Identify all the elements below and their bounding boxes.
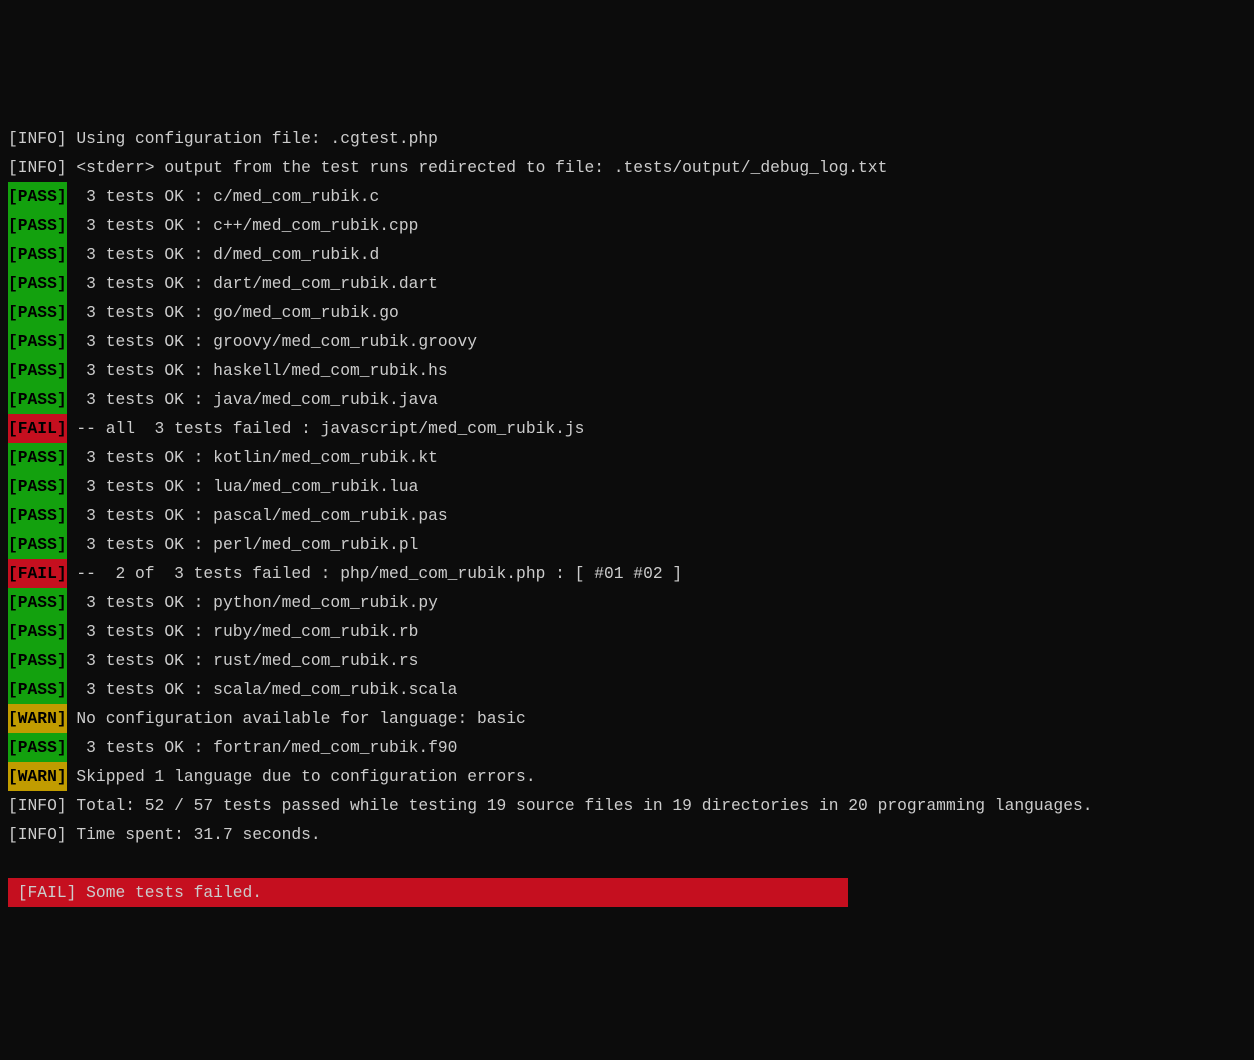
log-line: [PASS] 3 tests OK : go/med_com_rubik.go xyxy=(8,298,1246,327)
log-text: 3 tests OK : java/med_com_rubik.java xyxy=(67,385,438,414)
log-line: [PASS] 3 tests OK : scala/med_com_rubik.… xyxy=(8,675,1246,704)
log-text: 3 tests OK : rust/med_com_rubik.rs xyxy=(67,646,419,675)
pass-tag: [PASS] xyxy=(8,327,67,356)
log-line: [PASS] 3 tests OK : c/med_com_rubik.c xyxy=(8,182,1246,211)
pass-tag: [PASS] xyxy=(8,530,67,559)
log-text: 3 tests OK : perl/med_com_rubik.pl xyxy=(67,530,419,559)
log-line: [PASS] 3 tests OK : ruby/med_com_rubik.r… xyxy=(8,617,1246,646)
log-text: <stderr> output from the test runs redir… xyxy=(67,153,888,182)
pass-tag: [PASS] xyxy=(8,733,67,762)
final-status-line: [FAIL] Some tests failed. xyxy=(8,878,1246,907)
info-tag: [INFO] xyxy=(8,791,67,820)
log-line: [PASS] 3 tests OK : lua/med_com_rubik.lu… xyxy=(8,472,1246,501)
log-line: [WARN] Skipped 1 language due to configu… xyxy=(8,762,1246,791)
info-tag: [INFO] xyxy=(8,124,67,153)
log-text: 3 tests OK : c/med_com_rubik.c xyxy=(67,182,380,211)
log-text: 3 tests OK : scala/med_com_rubik.scala xyxy=(67,675,458,704)
pass-tag: [PASS] xyxy=(8,240,67,269)
log-line: [PASS] 3 tests OK : d/med_com_rubik.d xyxy=(8,240,1246,269)
log-line: [FAIL] -- 2 of 3 tests failed : php/med_… xyxy=(8,559,1246,588)
pass-tag: [PASS] xyxy=(8,617,67,646)
log-text: 3 tests OK : kotlin/med_com_rubik.kt xyxy=(67,443,438,472)
pass-tag: [PASS] xyxy=(8,675,67,704)
log-line: [PASS] 3 tests OK : perl/med_com_rubik.p… xyxy=(8,530,1246,559)
log-text: 3 tests OK : groovy/med_com_rubik.groovy xyxy=(67,327,477,356)
log-text: 3 tests OK : c++/med_com_rubik.cpp xyxy=(67,211,419,240)
log-line: [PASS] 3 tests OK : fortran/med_com_rubi… xyxy=(8,733,1246,762)
pass-tag: [PASS] xyxy=(8,356,67,385)
pass-tag: [PASS] xyxy=(8,443,67,472)
log-text: 3 tests OK : ruby/med_com_rubik.rb xyxy=(67,617,419,646)
log-line: [PASS] 3 tests OK : dart/med_com_rubik.d… xyxy=(8,269,1246,298)
blank-line xyxy=(8,849,1246,878)
warn-tag: [WARN] xyxy=(8,762,67,791)
log-line: [WARN] No configuration available for la… xyxy=(8,704,1246,733)
log-line: [PASS] 3 tests OK : rust/med_com_rubik.r… xyxy=(8,646,1246,675)
log-text: 3 tests OK : fortran/med_com_rubik.f90 xyxy=(67,733,458,762)
log-line: [INFO] Time spent: 31.7 seconds. xyxy=(8,820,1246,849)
log-line: [PASS] 3 tests OK : c++/med_com_rubik.cp… xyxy=(8,211,1246,240)
log-text: Time spent: 31.7 seconds. xyxy=(67,820,321,849)
fail-tag: [FAIL] xyxy=(8,414,67,443)
log-text: 3 tests OK : d/med_com_rubik.d xyxy=(67,240,380,269)
info-tag: [INFO] xyxy=(8,820,67,849)
info-tag: [INFO] xyxy=(8,153,67,182)
log-text: Using configuration file: .cgtest.php xyxy=(67,124,438,153)
warn-tag: [WARN] xyxy=(8,704,67,733)
log-line: [PASS] 3 tests OK : pascal/med_com_rubik… xyxy=(8,501,1246,530)
pass-tag: [PASS] xyxy=(8,385,67,414)
log-text: No configuration available for language:… xyxy=(67,704,526,733)
log-text: 3 tests OK : dart/med_com_rubik.dart xyxy=(67,269,438,298)
log-line: [PASS] 3 tests OK : python/med_com_rubik… xyxy=(8,588,1246,617)
log-line: [PASS] 3 tests OK : haskell/med_com_rubi… xyxy=(8,356,1246,385)
terminal-output: [INFO] Using configuration file: .cgtest… xyxy=(8,124,1246,907)
log-line: [PASS] 3 tests OK : java/med_com_rubik.j… xyxy=(8,385,1246,414)
pass-tag: [PASS] xyxy=(8,298,67,327)
log-text: 3 tests OK : pascal/med_com_rubik.pas xyxy=(67,501,448,530)
pass-tag: [PASS] xyxy=(8,269,67,298)
pass-tag: [PASS] xyxy=(8,646,67,675)
log-text: 3 tests OK : lua/med_com_rubik.lua xyxy=(67,472,419,501)
log-text: -- all 3 tests failed : javascript/med_c… xyxy=(67,414,585,443)
log-text: 3 tests OK : go/med_com_rubik.go xyxy=(67,298,399,327)
log-line: [PASS] 3 tests OK : groovy/med_com_rubik… xyxy=(8,327,1246,356)
log-line: [FAIL] -- all 3 tests failed : javascrip… xyxy=(8,414,1246,443)
log-text: Total: 52 / 57 tests passed while testin… xyxy=(67,791,1093,820)
log-text: -- 2 of 3 tests failed : php/med_com_rub… xyxy=(67,559,683,588)
pass-tag: [PASS] xyxy=(8,501,67,530)
pass-tag: [PASS] xyxy=(8,211,67,240)
log-text: 3 tests OK : python/med_com_rubik.py xyxy=(67,588,438,617)
final-fail-text: [FAIL] Some tests failed. xyxy=(8,878,848,907)
pass-tag: [PASS] xyxy=(8,472,67,501)
log-line: [INFO] Total: 52 / 57 tests passed while… xyxy=(8,791,1246,820)
log-text: Skipped 1 language due to configuration … xyxy=(67,762,536,791)
log-text: 3 tests OK : haskell/med_com_rubik.hs xyxy=(67,356,448,385)
pass-tag: [PASS] xyxy=(8,182,67,211)
log-line: [INFO] Using configuration file: .cgtest… xyxy=(8,124,1246,153)
fail-tag: [FAIL] xyxy=(8,559,67,588)
log-line: [PASS] 3 tests OK : kotlin/med_com_rubik… xyxy=(8,443,1246,472)
log-line: [INFO] <stderr> output from the test run… xyxy=(8,153,1246,182)
pass-tag: [PASS] xyxy=(8,588,67,617)
